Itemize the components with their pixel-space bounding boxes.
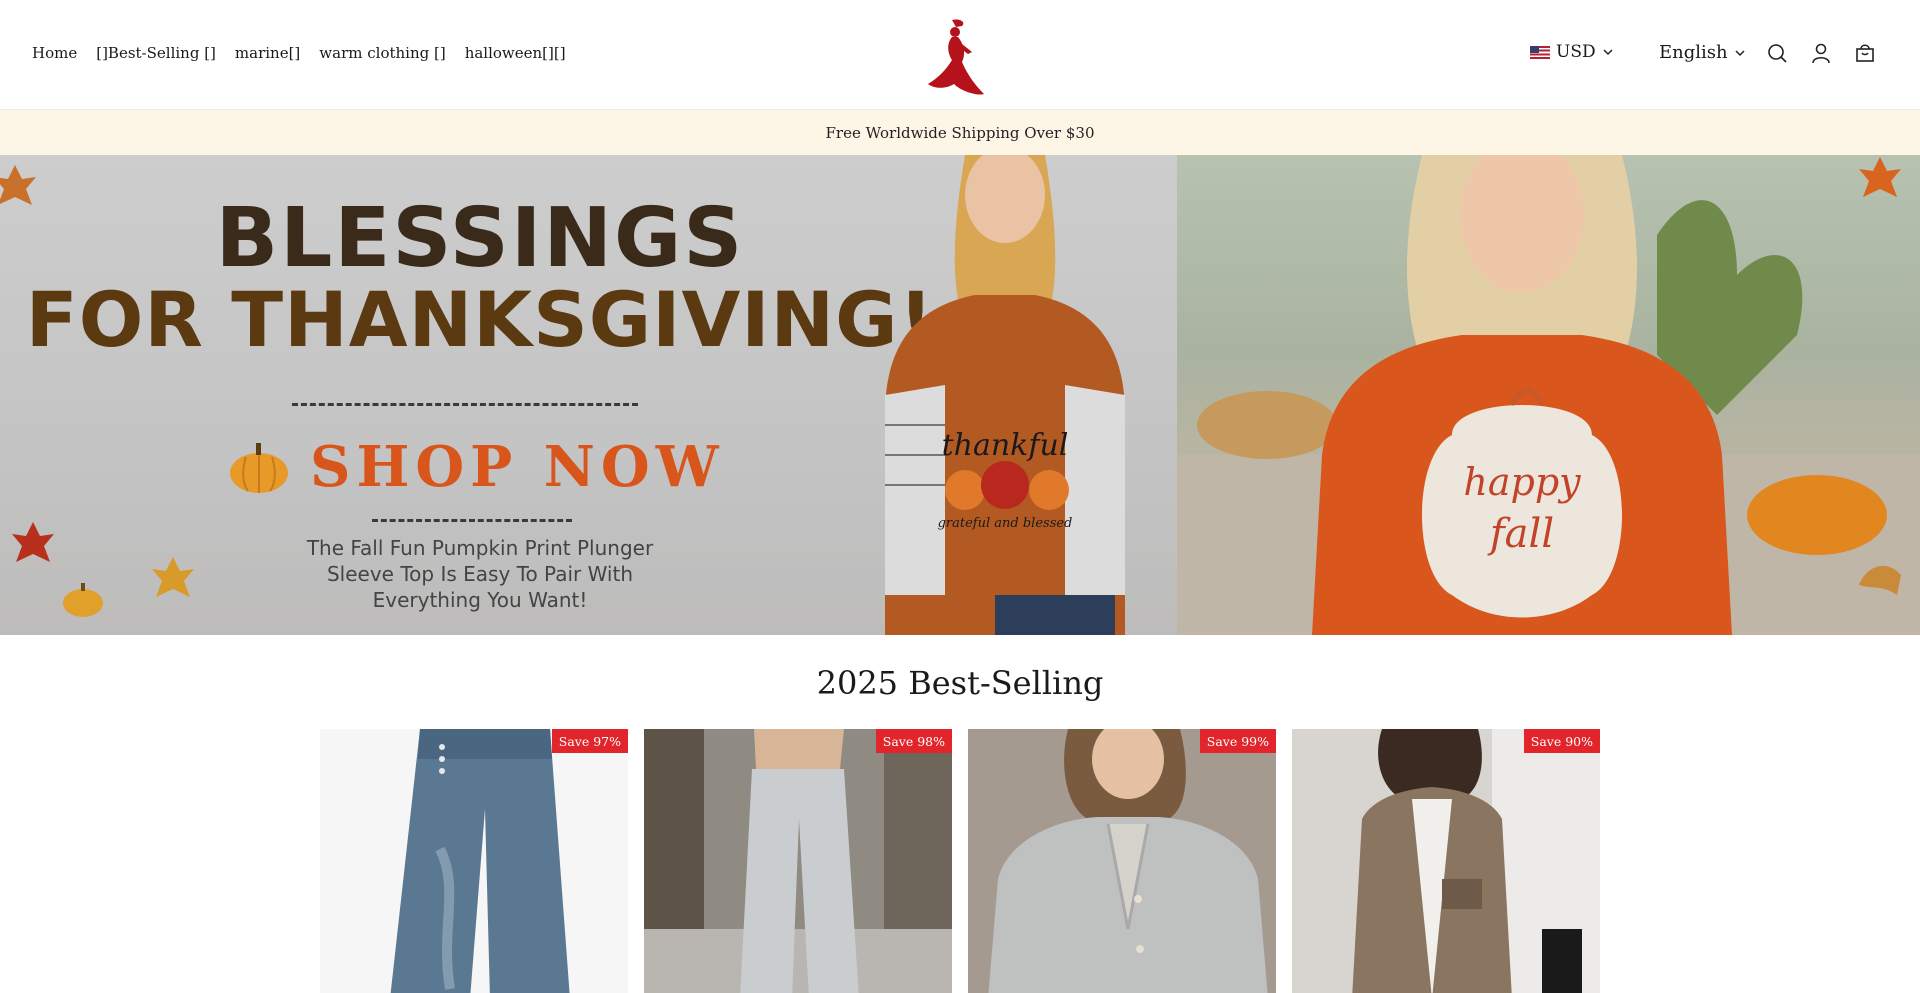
hero-subtitle: The Fall Fun Pumpkin Print Plunger Sleev… <box>290 535 670 613</box>
hero-title-line1: BLESSINGS <box>215 191 745 286</box>
autumn-leaf-icon <box>152 557 194 597</box>
nav-item-home[interactable]: Home <box>32 44 77 62</box>
shirt-text: grateful and blessed <box>938 516 1073 531</box>
hero-divider <box>372 519 572 522</box>
model-photo-thankful-shirt: thankful grateful and blessed <box>885 155 1125 635</box>
pumpkin-icon <box>230 443 288 493</box>
discount-badge: Save 90% <box>1523 729 1600 753</box>
hero-title-line2: FOR THANKSGIVING! <box>25 275 935 364</box>
hero-subtitle-line: Sleeve Top Is Easy To Pair With <box>326 562 634 586</box>
product-image-long-coat <box>1292 729 1600 993</box>
product-grid: Save 97% Save 98% Save 99% Save 90% <box>320 729 1600 993</box>
main-nav: Home []Best-Selling [] marine[] warm clo… <box>32 44 566 62</box>
discount-badge: Save 97% <box>551 729 628 753</box>
currency-label: USD <box>1556 42 1596 62</box>
cornucopia-icon <box>1859 565 1901 595</box>
announcement-bar: Free Worldwide Shipping Over $30 <box>0 110 1920 155</box>
hero-left-panel: BLESSINGS FOR THANKSGIVING! SHOP NOW The… <box>0 155 1177 635</box>
hero-subtitle-line: The Fall Fun Pumpkin Print Plunger <box>306 536 654 560</box>
shop-now-label: SHOP NOW <box>310 434 725 500</box>
hero-divider <box>292 403 638 406</box>
chevron-down-icon <box>1603 49 1613 56</box>
product-image-jeans <box>320 729 628 993</box>
nav-item-warm-clothing[interactable]: warm clothing [] <box>319 44 445 62</box>
shirt-text: fall <box>1487 511 1554 557</box>
shirt-text: thankful <box>942 428 1069 463</box>
discount-badge: Save 99% <box>1199 729 1276 753</box>
autumn-leaf-icon <box>12 522 54 562</box>
product-card[interactable]: Save 98% <box>644 729 952 993</box>
product-card[interactable]: Save 97% <box>320 729 628 993</box>
product-image-cardigan <box>968 729 1276 993</box>
chevron-down-icon <box>1735 49 1745 56</box>
header-icons <box>1766 42 1876 64</box>
nav-item-marine[interactable]: marine[] <box>235 44 300 62</box>
announcement-text: Free Worldwide Shipping Over $30 <box>825 123 1095 142</box>
hero-subtitle-line: Everything You Want! <box>372 588 588 612</box>
shirt-text: happy <box>1463 460 1581 504</box>
discount-badge: Save 98% <box>875 729 952 753</box>
store-logo[interactable] <box>922 18 988 100</box>
section-title: 2025 Best-Selling <box>816 664 1104 702</box>
product-card[interactable]: Save 99% <box>968 729 1276 993</box>
autumn-leaf-icon <box>1859 157 1901 197</box>
product-card[interactable]: Save 90% <box>1292 729 1600 993</box>
currency-selector[interactable]: USD <box>1530 42 1614 62</box>
us-flag-icon <box>1530 45 1550 59</box>
language-label: English <box>1659 42 1728 63</box>
model-photo-happy-fall-sweater: happy fall <box>1312 155 1732 635</box>
nav-item-halloween[interactable]: halloween[][] <box>465 44 566 62</box>
cart-icon[interactable] <box>1854 42 1876 64</box>
site-header: Home []Best-Selling [] marine[] warm clo… <box>0 0 1920 110</box>
language-selector[interactable]: English <box>1659 42 1746 63</box>
product-image-pants <box>644 729 952 993</box>
hero-banner[interactable]: BLESSINGS FOR THANKSGIVING! SHOP NOW The… <box>0 155 1920 635</box>
shop-now-button[interactable]: SHOP NOW <box>228 434 725 500</box>
account-icon[interactable] <box>1810 42 1832 64</box>
search-icon[interactable] <box>1766 42 1788 64</box>
nav-item-best-selling[interactable]: []Best-Selling [] <box>96 44 216 62</box>
pumpkin-icon <box>63 583 103 617</box>
